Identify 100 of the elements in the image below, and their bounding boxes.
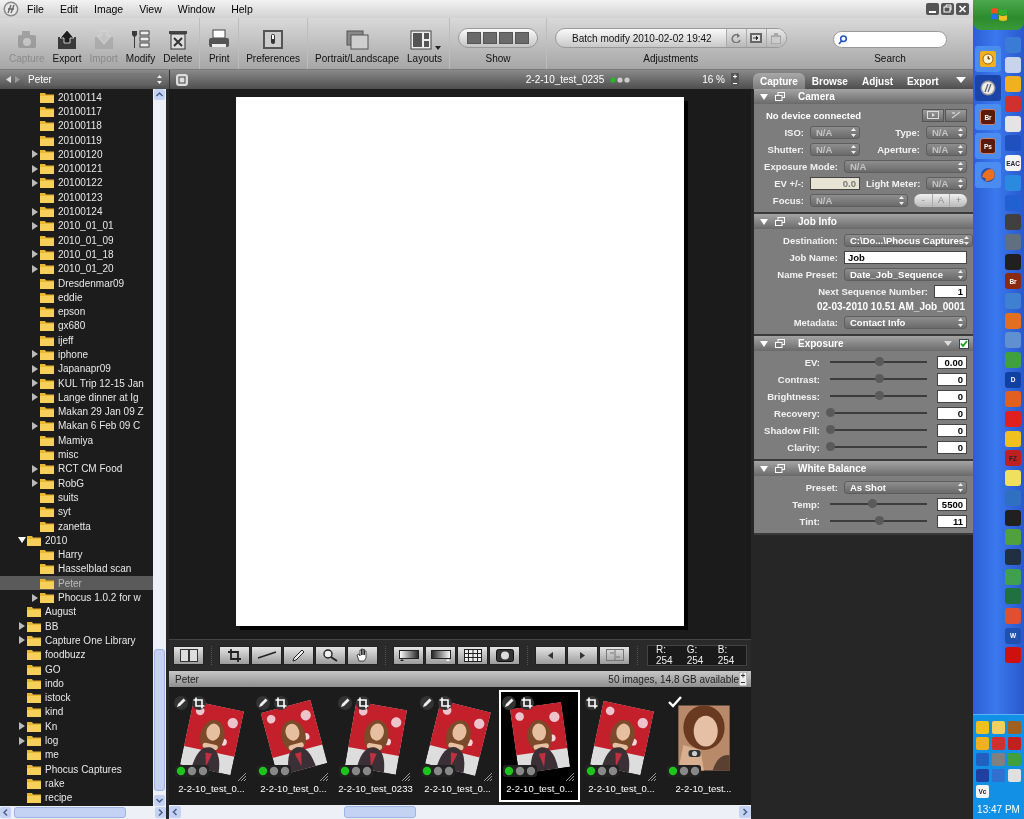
tab[interactable]: Browse [804, 73, 855, 89]
view-mode-button[interactable] [515, 32, 530, 44]
thumbnail[interactable]: 2-2-10_test_0... [581, 690, 662, 802]
input-field[interactable]: 0 [937, 406, 967, 420]
tree-item[interactable]: indo [0, 676, 153, 691]
slider-thumb[interactable] [874, 374, 884, 383]
tree-item[interactable]: ijeff [0, 333, 153, 348]
tree-item[interactable]: 20100114 [0, 90, 153, 105]
app-icon[interactable] [1005, 470, 1021, 487]
thumbnail[interactable]: 2-2-10_test_0... [499, 690, 580, 802]
tree-item[interactable]: suits [0, 490, 153, 505]
taskbar-button[interactable] [975, 75, 1001, 101]
tree-item[interactable]: KUL Trip 12-15 Jan [0, 375, 153, 391]
tree-item[interactable]: 20100119 [0, 132, 153, 148]
next-button[interactable] [567, 645, 598, 665]
app-icon[interactable] [1005, 115, 1021, 132]
section-header[interactable]: Camera [754, 89, 973, 104]
toolbar-button[interactable]: Print [203, 18, 236, 69]
slider-thumb[interactable] [826, 425, 835, 434]
tree-item[interactable]: August [0, 604, 153, 619]
app-icon[interactable] [1005, 214, 1021, 231]
input-field[interactable]: 1 [934, 284, 967, 298]
app-icon[interactable] [1005, 332, 1021, 349]
previous-button[interactable] [535, 645, 566, 665]
tree-item[interactable]: 2010_01_09 [0, 232, 153, 248]
tree-item[interactable]: eddie [0, 290, 153, 305]
menu-item[interactable]: Edit [51, 3, 86, 15]
underexposure-button[interactable] [425, 645, 456, 665]
thumbnail[interactable]: 2-2-10_test_0... [253, 690, 334, 802]
app-icon[interactable] [1005, 529, 1021, 546]
thumbnail[interactable]: 2-2-10_test_0233 [335, 690, 416, 802]
thumbnail[interactable]: 2-2-10_test_0... [417, 690, 498, 802]
tree-item[interactable]: Dresdenmar09 [0, 275, 153, 291]
tree-item[interactable]: rake [0, 776, 153, 791]
tree-item[interactable]: syt [0, 504, 153, 519]
tree-item[interactable]: Japanapr09 [0, 361, 153, 376]
tree-item[interactable]: 2010_01_20 [0, 261, 153, 276]
input-field[interactable]: 0.00 [937, 355, 967, 369]
tree-item[interactable]: zanetta [0, 518, 153, 534]
menu-item[interactable]: View [131, 3, 170, 15]
view-mode-button[interactable] [499, 32, 514, 44]
view-mode-button[interactable] [483, 32, 498, 44]
tree-item[interactable]: kind [0, 704, 153, 720]
copy-button[interactable] [745, 29, 766, 47]
tree-item[interactable]: Makan 6 Feb 09 C [0, 418, 153, 434]
dropdown[interactable]: Date_Job_Sequence [844, 267, 967, 281]
toolbar-button[interactable]: Modify [121, 18, 160, 69]
search-field[interactable] [833, 31, 947, 48]
section-header[interactable]: Job Info [754, 214, 973, 229]
tree-item[interactable]: Phocus 1.0.2 for w [0, 590, 153, 605]
scrollbar-thumb[interactable] [14, 807, 126, 818]
section-header[interactable]: Exposure [754, 336, 973, 351]
tree-item[interactable]: Peter [0, 576, 153, 591]
grid-button[interactable] [457, 645, 488, 665]
checkbox[interactable] [959, 338, 969, 349]
paste-button[interactable] [765, 29, 786, 47]
tree-item[interactable]: Capture One Library [0, 633, 153, 648]
slider-thumb[interactable] [874, 516, 884, 525]
disconnect-button[interactable] [945, 108, 967, 122]
overexposure-button[interactable] [393, 645, 424, 665]
tree-item[interactable]: foodbuzz [0, 647, 153, 662]
tree-item[interactable]: 20100118 [0, 118, 153, 133]
scrollbar-thumb[interactable] [344, 806, 416, 818]
tray-icon[interactable] [1008, 737, 1021, 750]
app-icon[interactable] [1005, 430, 1021, 447]
app-icon[interactable] [1005, 56, 1021, 73]
tree-item[interactable]: misc [0, 447, 153, 462]
tree-item[interactable]: 20100123 [0, 190, 153, 205]
scrollbar[interactable] [153, 89, 166, 806]
tree-item[interactable]: Mamiya [0, 433, 153, 448]
tree-item[interactable]: 2010 [0, 533, 153, 548]
tree-item[interactable]: log [0, 733, 153, 748]
zoom-button[interactable] [315, 645, 346, 665]
thumbnail[interactable]: 2-2-10_test... [663, 690, 744, 802]
menu-item[interactable]: Window [169, 3, 224, 15]
compare-button[interactable] [599, 645, 630, 665]
dropdown[interactable]: C:\Do...\Phocus Captures [844, 233, 973, 247]
tray-icon[interactable] [992, 753, 1005, 766]
input-field[interactable]: 11 [937, 514, 967, 528]
toolbar-button[interactable]: Delete [159, 18, 197, 69]
tree-item[interactable]: 20100121 [0, 161, 153, 176]
slider-thumb[interactable] [826, 408, 835, 417]
tree-item[interactable]: Hasselblad scan [0, 561, 153, 577]
toolbar-button[interactable]: Portrait/Landscape [311, 18, 404, 69]
input-field[interactable]: 0 [937, 372, 967, 386]
app-icon[interactable] [1005, 76, 1021, 93]
toolbar-button[interactable]: Preferences [242, 18, 305, 69]
batch-modify-button[interactable]: Batch modify 2010-02-02 19:42 [556, 29, 726, 47]
tree-item[interactable]: 20100120 [0, 147, 153, 162]
tray-icon[interactable] [1008, 753, 1021, 766]
tray-icon[interactable] [976, 769, 989, 782]
tree-item[interactable]: epson [0, 304, 153, 319]
app-icon[interactable] [1005, 509, 1021, 526]
scrollbar[interactable] [169, 805, 751, 819]
menu-item[interactable]: Help [223, 3, 261, 15]
tray-icon[interactable] [992, 769, 1005, 782]
split-view-button[interactable] [173, 645, 204, 665]
tree-item[interactable]: GO [0, 661, 153, 677]
slider-thumb[interactable] [874, 391, 884, 400]
crop-button[interactable] [219, 645, 250, 665]
